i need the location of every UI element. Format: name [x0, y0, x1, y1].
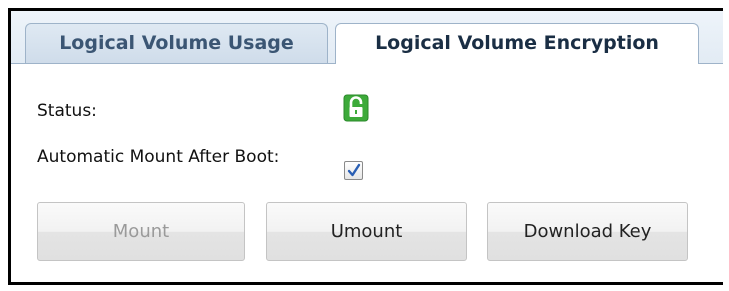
status-label: Status: — [37, 101, 97, 121]
automount-checkbox[interactable] — [344, 161, 363, 180]
automount-label: Automatic Mount After Boot: — [37, 147, 280, 167]
mount-button[interactable]: Mount — [37, 202, 245, 261]
encryption-panel: Logical Volume Usage Logical Volume Encr… — [8, 8, 723, 285]
checkmark-icon — [347, 163, 361, 177]
tab-logical-volume-usage[interactable]: Logical Volume Usage — [25, 23, 328, 63]
download-key-button[interactable]: Download Key — [487, 202, 688, 261]
unlocked-lock-icon — [343, 94, 369, 122]
umount-button[interactable]: Umount — [266, 202, 467, 261]
tab-logical-volume-encryption[interactable]: Logical Volume Encryption — [335, 23, 699, 64]
tab-bar: Logical Volume Usage Logical Volume Encr… — [11, 11, 723, 64]
